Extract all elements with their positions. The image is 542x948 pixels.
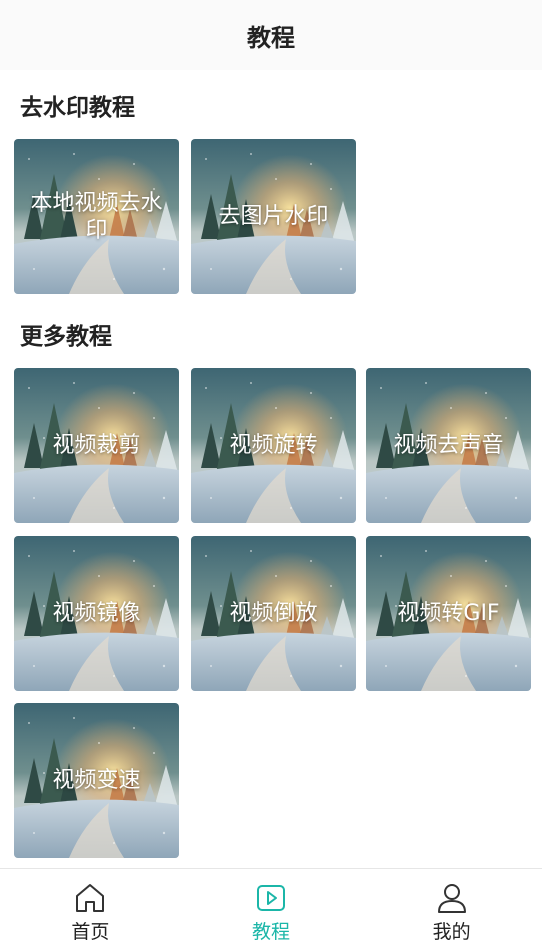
tab-home[interactable]: 首页 — [0, 869, 181, 948]
tutorial-card-video-mute[interactable]: 视频去声音 — [366, 368, 531, 523]
card-label: 视频变速 — [52, 768, 141, 793]
card-label: 视频去声音 — [393, 433, 504, 458]
user-icon — [437, 884, 466, 913]
tutorial-card-image-watermark[interactable]: 去图片水印 — [191, 139, 356, 294]
tutorial-card-video-crop[interactable]: 视频裁剪 — [14, 368, 179, 523]
card-label: 视频镜像 — [52, 601, 141, 626]
tab-tutorial[interactable]: 教程 — [181, 869, 362, 948]
card-label: 视频裁剪 — [52, 433, 141, 458]
card-label: 本地视频去水印 — [30, 190, 163, 243]
card-label: 视频倒放 — [229, 601, 318, 626]
bottom-tab-bar: 首页 教程 我的 — [0, 868, 542, 948]
section-title-more: 更多教程 — [20, 324, 112, 350]
tutorial-card-video-reverse[interactable]: 视频倒放 — [191, 536, 356, 691]
tutorial-card-video-rotate[interactable]: 视频旋转 — [191, 368, 356, 523]
tab-label: 教程 — [252, 921, 291, 943]
tutorial-card-local-video-watermark[interactable]: 本地视频去水印 — [14, 139, 179, 294]
tutorial-card-video-speed[interactable]: 视频变速 — [14, 703, 179, 858]
tab-mine[interactable]: 我的 — [361, 869, 542, 948]
card-label: 去图片水印 — [218, 204, 329, 229]
play-icon — [257, 885, 285, 911]
section-title-watermark: 去水印教程 — [20, 95, 135, 121]
tutorial-card-video-mirror[interactable]: 视频镜像 — [14, 536, 179, 691]
tab-label: 我的 — [432, 921, 471, 943]
card-label: 视频转GIF — [397, 601, 500, 626]
tutorial-card-video-to-gif[interactable]: 视频转GIF — [366, 536, 531, 691]
page-title: 教程 — [247, 23, 295, 52]
card-label: 视频旋转 — [229, 433, 318, 458]
app-header: 教程 — [0, 0, 542, 70]
home-icon — [76, 884, 105, 912]
content: 去水印教程 本地视频去水印 去图片水印 更多教程 视频裁剪 视频旋转 视频去声音… — [0, 70, 542, 868]
tab-label: 首页 — [71, 921, 110, 943]
